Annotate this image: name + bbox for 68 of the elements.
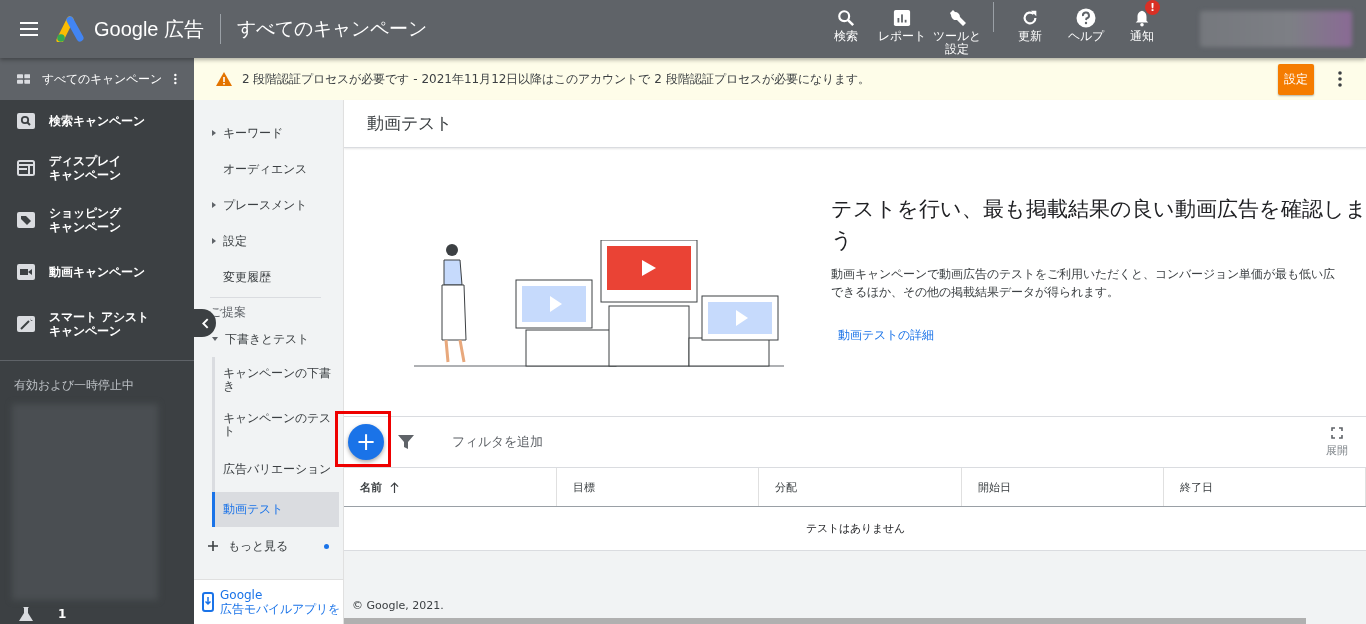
nav-link[interactable]: 下書きとテスト <box>225 330 309 348</box>
logo-icon <box>56 16 84 42</box>
nav-link[interactable]: キーワード <box>223 124 283 142</box>
filter-field[interactable]: フィルタを追加 <box>452 433 543 451</box>
refresh-icon <box>1021 9 1039 27</box>
toolbar-button[interactable]: ヘルプ <box>1058 0 1114 43</box>
copyright: © Google, 2021. <box>351 599 445 614</box>
nav-link[interactable]: オーディエンス <box>223 160 307 178</box>
magic-wand-icon <box>17 316 35 332</box>
caret-right-icon <box>212 238 216 244</box>
campaign-type-item[interactable]: 動画キャンペーン <box>0 246 194 298</box>
toolbar-button[interactable]: 検索 <box>817 0 874 43</box>
column-header[interactable]: 目標 <box>557 468 760 506</box>
promo-description: 動画キャンペーンで動画広告のテストをご利用いただくと、コンバージョン単価が最も低い広 できるほか、その他の掲載結果データが得られます。 <box>831 266 1336 301</box>
column-header[interactable]: 開始日 <box>961 468 1164 506</box>
nav-link[interactable]: キャンペーンのテスト <box>215 402 339 447</box>
help-icon <box>1076 8 1096 28</box>
nav-link[interactable]: 設定 <box>223 232 247 250</box>
wrench-icon <box>947 8 968 28</box>
experiment-count: 1 <box>58 607 67 621</box>
campaign-type-item[interactable]: 検索キャンペーン <box>0 100 194 142</box>
more-link[interactable]: もっと見る <box>228 537 288 555</box>
column-header[interactable]: 名前 <box>344 468 558 506</box>
toolbar-button[interactable]: レポート <box>873 0 930 43</box>
caret-right-icon <box>212 202 216 208</box>
menu-icon[interactable] <box>20 22 38 36</box>
filter-icon[interactable] <box>398 434 414 450</box>
nav-link[interactable]: キャンペーンの下書き <box>215 357 339 402</box>
bar-chart-icon <box>892 9 911 27</box>
empty-table-message: テストはありません <box>804 521 906 537</box>
nav-link[interactable]: 変更履歴 <box>223 268 271 286</box>
chevron-left-icon <box>201 317 209 329</box>
bell-icon <box>1133 9 1151 27</box>
notification-badge: ! <box>1145 0 1160 15</box>
toolbar-button[interactable]: ツールと設定 <box>929 0 985 56</box>
grid-icon <box>17 72 31 86</box>
column-header[interactable]: 分配 <box>759 468 962 506</box>
scrollbar[interactable] <box>344 618 1306 624</box>
campaign-type-item[interactable]: スマート アシスト キャンペーン <box>0 298 194 350</box>
banner-message: 2 段階認証プロセスが必要です - 2021年11月12日以降はこのアカウントで 2 段階認証プロセスが必要になります。 <box>242 70 871 88</box>
nav-link[interactable]: プレースメント <box>223 196 307 214</box>
details-link[interactable]: 動画テストの詳細 <box>838 327 1366 344</box>
toolbar-button[interactable]: ! 通知 <box>1114 0 1170 43</box>
more-icon[interactable] <box>174 71 177 87</box>
toolbar-button[interactable]: 更新 <box>1002 0 1058 43</box>
column-header[interactable]: 終了日 <box>1163 468 1366 506</box>
add-button[interactable]: + <box>348 424 384 460</box>
sidebar-title: すべてのキャンペーン <box>42 70 163 88</box>
page-title: すべてのキャンペーン <box>237 16 428 41</box>
campaign-type-item[interactable]: ディスプレイ キャンペーン <box>0 142 194 194</box>
tag-icon <box>17 212 35 228</box>
product-name: Google 広告 <box>94 16 205 42</box>
page-heading: 動画テスト <box>344 100 1366 148</box>
caret-right-icon <box>212 130 216 136</box>
promo-heading: テストを行い、最も掲載結果の良い動画広告を確認しま う <box>831 196 1366 254</box>
campaign-type-item[interactable]: ショッピング キャンペーン <box>0 194 194 246</box>
nav-link[interactable]: 広告バリエーション <box>215 447 339 492</box>
more-icon[interactable] <box>1338 71 1342 87</box>
warning-icon <box>216 72 232 86</box>
search-icon <box>17 113 35 129</box>
plus-icon <box>208 541 218 551</box>
fullscreen-icon <box>1331 426 1343 439</box>
flask-icon <box>18 606 34 622</box>
video-camera-icon <box>17 264 35 280</box>
layout-icon <box>17 160 35 176</box>
expand-button[interactable]: 展開 <box>1326 426 1348 458</box>
phone-download-icon <box>202 592 214 612</box>
search-icon <box>836 9 855 27</box>
